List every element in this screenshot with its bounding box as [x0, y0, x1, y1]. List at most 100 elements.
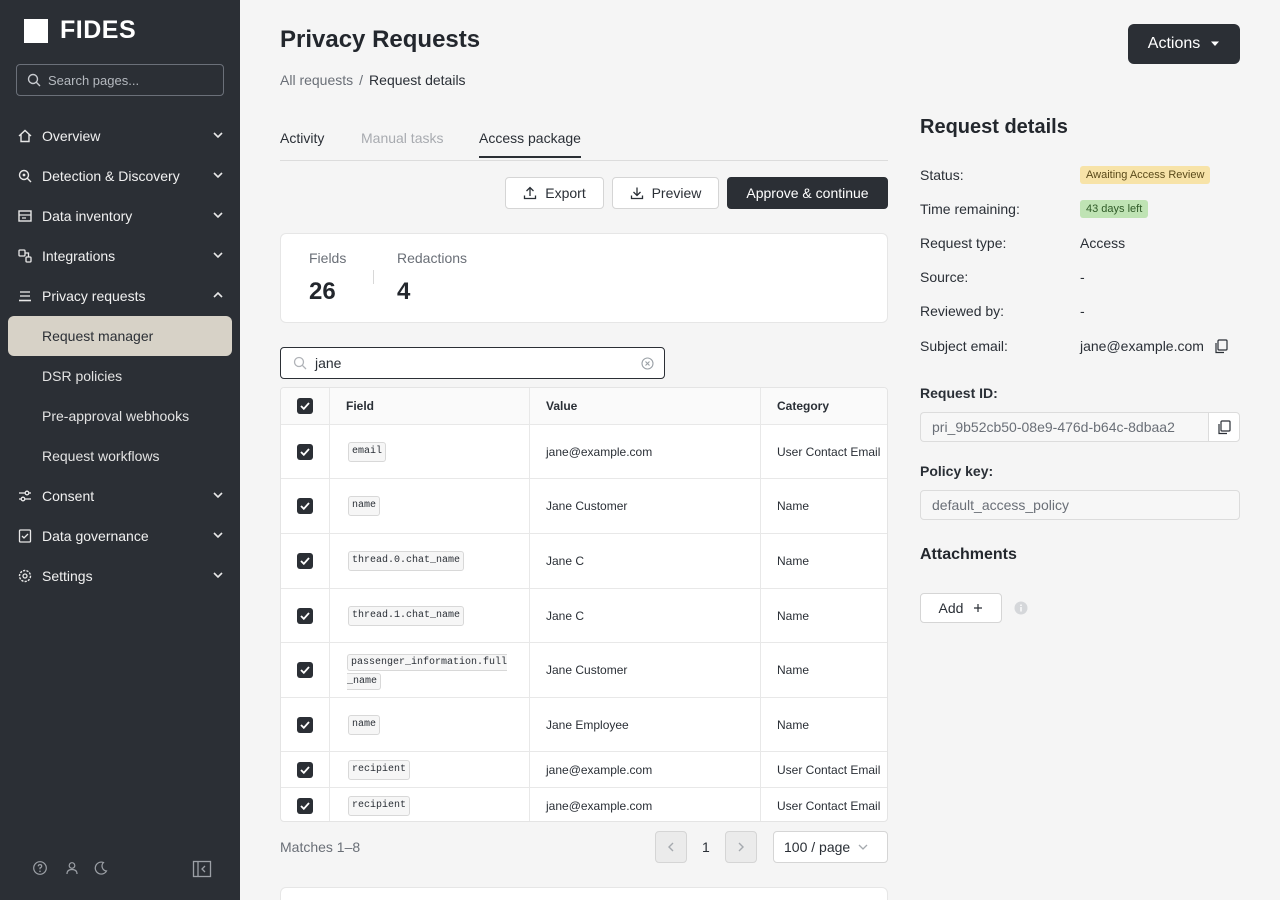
row-checkbox[interactable] — [297, 498, 313, 514]
next-page-button[interactable] — [725, 831, 757, 863]
row-checkbox[interactable] — [297, 443, 313, 460]
table-row[interactable]: recipient jane@example.com User Contact … — [281, 788, 887, 821]
field-name: recipient — [348, 795, 411, 816]
field-value: jane@example.com — [546, 444, 653, 459]
search-pages-input[interactable]: Search pages... — [16, 64, 224, 96]
table-row[interactable]: passenger_information.full_name Jane Cus… — [281, 643, 887, 698]
field-name: recipient — [348, 759, 411, 780]
export-button[interactable]: Export — [505, 177, 604, 209]
nav-settings[interactable]: Settings — [0, 556, 240, 596]
tab-bar: Activity Manual tasks Access package — [280, 122, 888, 161]
chevron-down-icon — [213, 172, 223, 179]
field-category: Name — [777, 608, 810, 623]
breadcrumb-all-requests[interactable]: All requests — [280, 72, 353, 88]
table-header: Field Value Category — [281, 388, 887, 425]
copy-request-id-button[interactable] — [1208, 412, 1240, 442]
row-checkbox[interactable] — [297, 716, 313, 733]
policy-key-field[interactable]: default_access_policy — [920, 490, 1240, 520]
table-row[interactable]: thread.0.chat_name Jane C Name — [281, 534, 887, 589]
nav-overview[interactable]: Overview — [0, 116, 240, 156]
sidebar-item-dsr-policies[interactable]: DSR policies — [0, 356, 240, 396]
source-label: Source: — [920, 269, 969, 285]
attachments-title: Attachments — [920, 546, 1017, 563]
field-category: Name — [777, 663, 810, 677]
source-value: - — [1080, 269, 1085, 285]
clear-icon[interactable] — [641, 357, 654, 370]
time-remaining-badge: 43 days left — [1080, 200, 1149, 218]
current-page[interactable]: 1 — [702, 839, 710, 855]
page-size-select[interactable]: 100 / page — [773, 831, 888, 863]
field-value: Jane Customer — [546, 663, 628, 677]
table-row[interactable]: recipient jane@example.com User Contact … — [281, 752, 887, 788]
copy-icon[interactable] — [1214, 339, 1228, 354]
sidebar: FIDES Search pages... Overview Detection… — [0, 0, 240, 900]
nav-privacy-requests[interactable]: Privacy requests — [0, 276, 240, 316]
check-icon — [300, 765, 310, 774]
moon-icon[interactable] — [93, 860, 109, 881]
sidebar-item-request-workflows[interactable]: Request workflows — [0, 436, 240, 476]
request-type-label: Request type: — [920, 235, 1007, 251]
nav-integrations[interactable]: Integrations — [0, 236, 240, 276]
row-checkbox[interactable] — [297, 553, 313, 569]
request-id-field[interactable]: pri_9b52cb50-08e9-476d-b64c-8dbaa2 — [920, 412, 1210, 442]
field-name: name — [348, 714, 381, 735]
nav-data-governance[interactable]: Data governance — [0, 516, 240, 556]
sidebar-nav: Overview Detection & Discovery Data inve… — [0, 116, 240, 596]
info-icon[interactable] — [1014, 601, 1028, 615]
breadcrumb-separator: / — [359, 72, 364, 88]
field-name: name — [348, 496, 381, 516]
check-icon — [300, 447, 310, 456]
request-details-title: Request details — [920, 116, 1068, 138]
field-category: User Contact Email — [777, 762, 881, 777]
nav-label: Settings — [42, 568, 93, 584]
search-placeholder: Search pages... — [48, 72, 140, 88]
field-name: thread.0.chat_name — [348, 551, 465, 571]
column-header-field[interactable]: Field — [346, 388, 374, 424]
collapse-sidebar-icon[interactable] — [192, 860, 212, 883]
field-name: email — [348, 441, 387, 462]
table-row[interactable]: name Jane Employee Name — [281, 698, 887, 752]
tab-access-package[interactable]: Access package — [479, 130, 581, 158]
tab-manual-tasks[interactable]: Manual tasks — [361, 130, 443, 146]
select-all-checkbox[interactable] — [297, 398, 313, 414]
actions-button[interactable]: Actions — [1128, 24, 1240, 64]
user-icon[interactable] — [64, 860, 80, 881]
filter-input[interactable]: jane — [280, 347, 665, 379]
table-row[interactable]: name Jane Customer Name — [281, 479, 887, 534]
row-checkbox[interactable] — [297, 607, 313, 624]
tab-activity[interactable]: Activity — [280, 130, 324, 146]
download-icon — [630, 187, 643, 200]
page-title: Privacy Requests — [280, 26, 481, 53]
check-icon — [300, 557, 310, 565]
table-row[interactable]: thread.1.chat_name Jane C Name — [281, 589, 887, 643]
redactions-value: 4 — [397, 278, 411, 305]
row-checkbox[interactable] — [297, 797, 313, 814]
fides-logo[interactable]: FIDES — [24, 16, 136, 45]
nav-data-inventory[interactable]: Data inventory — [0, 196, 240, 236]
matches-count: Matches 1–8 — [280, 839, 361, 855]
sidebar-item-request-manager[interactable]: Request manager — [8, 316, 232, 356]
row-checkbox[interactable] — [297, 761, 313, 778]
nav-detection-discovery[interactable]: Detection & Discovery — [0, 156, 240, 196]
sidebar-footer — [0, 856, 240, 880]
nav-consent[interactable]: Consent — [0, 476, 240, 516]
table-row[interactable]: email jane@example.com User Contact Emai… — [281, 425, 887, 479]
check-icon — [300, 611, 310, 620]
fields-label: Fields — [309, 250, 347, 266]
add-attachment-button[interactable]: Add — [920, 593, 1002, 623]
row-checkbox[interactable] — [297, 662, 313, 678]
field-category: Name — [777, 499, 810, 513]
caret-down-icon — [1211, 41, 1220, 46]
check-icon — [300, 502, 310, 510]
field-name: thread.1.chat_name — [348, 605, 465, 626]
field-category: User Contact Email — [777, 444, 881, 459]
prev-page-button[interactable] — [655, 831, 687, 863]
integrations-icon — [16, 247, 34, 265]
approve-continue-button[interactable]: Approve & continue — [727, 177, 888, 209]
check-icon — [300, 801, 310, 810]
column-header-category[interactable]: Category — [777, 388, 829, 424]
sidebar-item-pre-approval-webhooks[interactable]: Pre-approval webhooks — [0, 396, 240, 436]
column-header-value[interactable]: Value — [546, 388, 577, 424]
preview-button[interactable]: Preview — [612, 177, 719, 209]
help-icon[interactable] — [32, 860, 48, 881]
